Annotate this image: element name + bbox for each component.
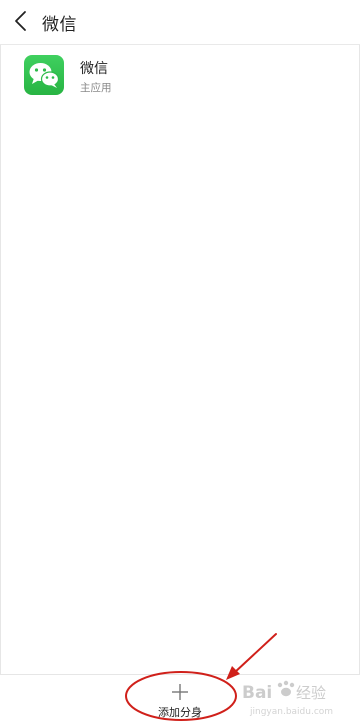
chevron-left-icon <box>15 11 26 31</box>
back-button[interactable] <box>8 6 36 36</box>
svg-text:Bai: Bai <box>242 683 272 703</box>
add-clone-label: 添加分身 <box>158 706 202 719</box>
app-header: 微信 <box>0 0 360 45</box>
svg-text:jingyan.baidu.com: jingyan.baidu.com <box>249 707 333 717</box>
wechat-icon <box>24 55 64 95</box>
svg-text:经验: 经验 <box>296 684 326 702</box>
app-list-item[interactable]: 微信 主应用 <box>0 46 360 104</box>
page-frame <box>0 0 360 726</box>
plus-icon <box>172 684 188 700</box>
app-subtitle: 主应用 <box>80 82 112 94</box>
add-clone-button[interactable]: 添加分身 <box>140 676 220 724</box>
page-title: 微信 <box>42 15 77 35</box>
baidu-jingyan-watermark: Bai 经验 jingyan.baidu.com <box>238 676 348 720</box>
app-name: 微信 <box>80 61 108 77</box>
